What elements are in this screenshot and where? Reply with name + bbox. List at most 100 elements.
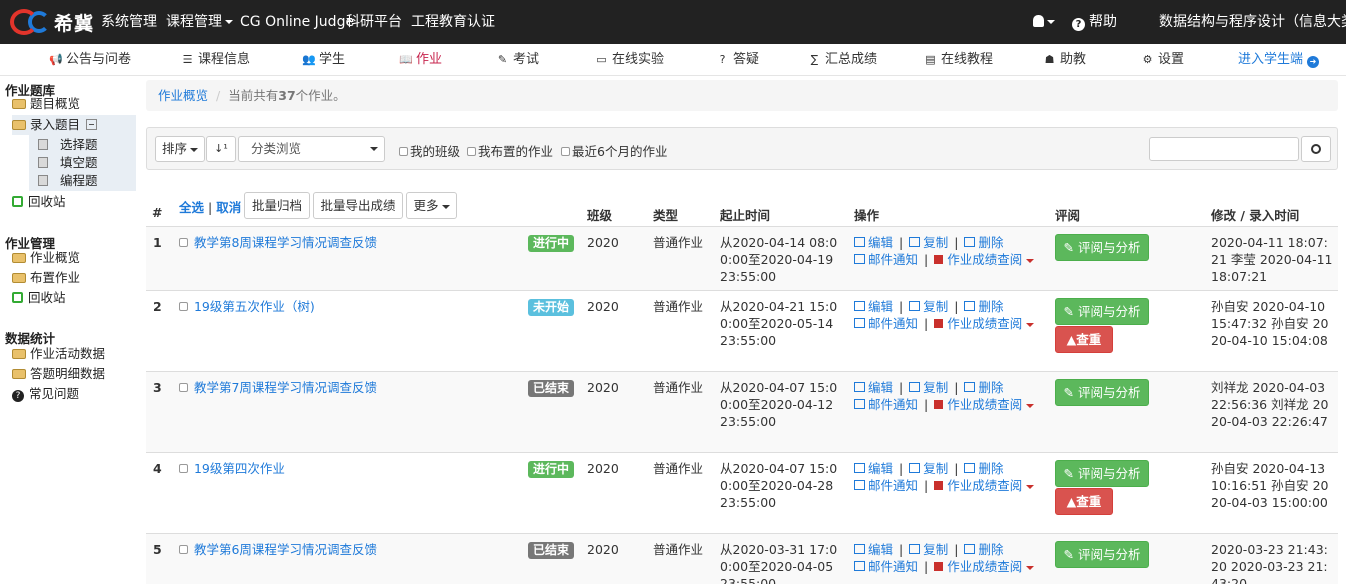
review-analysis-button[interactable]: ✎ 评阅与分析 [1055,379,1149,406]
sidebar-item-question-overview[interactable]: 题目概览 [12,95,80,113]
nav-online-judge[interactable]: CG Online Judge [240,0,354,44]
enter-student-view-link[interactable]: 进入学生端 ➜ [1238,44,1320,76]
nav-system-management[interactable]: 系统管理 [101,0,157,44]
edit-link[interactable]: 编辑 [868,299,893,314]
sidebar-item-label: 常见问题 [29,386,80,401]
edit-link[interactable]: 编辑 [868,542,893,557]
chevron-down-icon [225,20,233,24]
homework-title-link[interactable]: 19级第四次作业 [194,461,285,476]
sidebar-subitem-fill-blank[interactable]: 填空题 [38,154,98,172]
delete-link[interactable]: 删除 [978,299,1003,314]
delete-link[interactable]: 删除 [978,235,1003,250]
sort-direction-button[interactable]: ↓¹ [206,136,236,162]
tab-students[interactable]: 👥 学生 [302,44,345,76]
row-checkbox[interactable] [179,464,188,473]
grades-dropdown[interactable]: 作业成绩查阅 [947,478,1022,493]
cg-logo[interactable]: 希冀 [10,8,94,36]
sidebar-item-assign-homework[interactable]: 布置作业 [12,269,80,287]
homework-title-link[interactable]: 教学第7周课程学习情况调查反馈 [194,380,377,395]
edit-link[interactable]: 编辑 [868,461,893,476]
search-button[interactable] [1301,136,1331,162]
row-checkbox[interactable] [179,383,188,392]
copy-icon [909,382,921,392]
filter-recent-6-months-checkbox[interactable]: 最近6个月的作业 [561,141,667,160]
sidebar-subitem-choice[interactable]: 选择题 [38,136,98,154]
category-select[interactable]: 分类浏览 [238,136,385,162]
homework-title-link[interactable]: 教学第6周课程学习情况调查反馈 [194,542,377,557]
grades-icon [934,400,944,409]
sidebar-subitem-programming[interactable]: 编程题 [38,172,98,190]
mail-notify-link[interactable]: 邮件通知 [868,397,918,412]
row-number: 5 [153,542,162,557]
sidebar-item-activity-data[interactable]: 作业活动数据 [12,345,105,363]
mail-notify-link[interactable]: 邮件通知 [868,478,918,493]
grades-dropdown[interactable]: 作业成绩查阅 [947,397,1022,412]
tab-online-lab[interactable]: ▭ 在线实验 [595,44,664,76]
tab-exams[interactable]: ✎ 考试 [496,44,539,76]
nav-engineering-certification[interactable]: 工程教育认证 [411,0,495,44]
sort-dropdown-button[interactable]: 排序 [155,136,205,162]
filter-my-class-checkbox[interactable]: 我的班级 [399,141,460,160]
row-checkbox[interactable] [179,238,188,247]
grades-dropdown[interactable]: 作业成绩查阅 [947,559,1022,574]
tab-homework[interactable]: 📖 作业 [399,44,442,76]
status-badge: 进行中 [528,235,575,252]
tab-grade-summary[interactable]: ∑ 汇总成绩 [808,44,877,76]
tab-settings[interactable]: ⚙ 设置 [1141,44,1184,76]
select-all-link[interactable]: 全选 [179,200,204,215]
search-input[interactable] [1149,137,1299,161]
row-checkbox[interactable] [179,302,188,311]
tab-announcements[interactable]: 📢 公告与问卷 [49,44,131,76]
help-link[interactable]: ? 帮助 [1072,0,1117,44]
cancel-selection-link[interactable]: 取消 [216,200,241,215]
edit-link[interactable]: 编辑 [868,235,893,250]
row-checkbox[interactable] [179,545,188,554]
grades-dropdown[interactable]: 作业成绩查阅 [947,316,1022,331]
sidebar-item-enter-questions[interactable]: 录入题目 [12,116,98,134]
copy-link[interactable]: 复制 [923,542,948,557]
copy-link[interactable]: 复制 [923,235,948,250]
plagiarism-check-button[interactable]: ▲查重 [1055,488,1113,515]
batch-archive-button[interactable]: 批量归档 [244,192,310,219]
plagiarism-check-button[interactable]: ▲查重 [1055,326,1113,353]
table-row: 2 19级第五次作业（树) 未开始 2020 普通作业 从2020-04-21 … [146,290,1338,371]
sidebar-item-homework-trash[interactable]: 回收站 [12,289,66,307]
batch-export-grades-button[interactable]: 批量导出成绩 [313,192,403,219]
tab-qa[interactable]: ? 答疑 [716,44,759,76]
mail-notify-link[interactable]: 邮件通知 [868,252,918,267]
review-analysis-button[interactable]: ✎ 评阅与分析 [1055,298,1149,325]
sidebar-item-homework-overview[interactable]: 作业概览 [12,249,80,267]
filter-my-assigned-checkbox[interactable]: 我布置的作业 [467,141,553,160]
delete-link[interactable]: 删除 [978,461,1003,476]
envelope-icon [854,399,865,409]
grades-dropdown[interactable]: 作业成绩查阅 [947,252,1022,267]
homework-title-link[interactable]: 教学第8周课程学习情况调查反馈 [194,235,377,250]
delete-link[interactable]: 删除 [978,380,1003,395]
review-analysis-button[interactable]: ✎ 评阅与分析 [1055,460,1149,487]
breadcrumb-link[interactable]: 作业概览 [158,88,208,103]
copy-link[interactable]: 复制 [923,380,948,395]
review-analysis-button[interactable]: ✎ 评阅与分析 [1055,541,1149,568]
mail-notify-link[interactable]: 邮件通知 [868,559,918,574]
breadcrumb-text-prefix: 当前共有 [228,88,279,103]
edit-link[interactable]: 编辑 [868,380,893,395]
grades-icon [934,562,944,571]
copy-link[interactable]: 复制 [923,299,948,314]
more-dropdown-button[interactable]: 更多 [406,192,457,219]
tab-assistants[interactable]: ☗ 助教 [1043,44,1086,76]
delete-link[interactable]: 删除 [978,542,1003,557]
collapse-icon[interactable] [86,119,98,130]
tab-course-info[interactable]: ☰ 课程信息 [181,44,250,76]
sidebar-item-answer-detail-data[interactable]: 答题明细数据 [12,365,105,383]
nav-research-platform[interactable]: 科研平台 [346,0,402,44]
homework-title-link[interactable]: 19级第五次作业（树) [194,299,315,314]
copy-link[interactable]: 复制 [923,461,948,476]
sidebar-item-question-trash[interactable]: 回收站 [12,193,66,211]
tab-online-tutorial[interactable]: ▤ 在线教程 [924,44,993,76]
sidebar-item-faq[interactable]: ? 常见问题 [12,385,79,403]
course-title[interactable]: 数据结构与程序设计（信息大类) [1159,0,1346,44]
review-analysis-button[interactable]: ✎ 评阅与分析 [1055,234,1149,261]
user-menu[interactable] [1033,0,1055,44]
mail-notify-link[interactable]: 邮件通知 [868,316,918,331]
nav-course-management[interactable]: 课程管理 [166,0,233,44]
